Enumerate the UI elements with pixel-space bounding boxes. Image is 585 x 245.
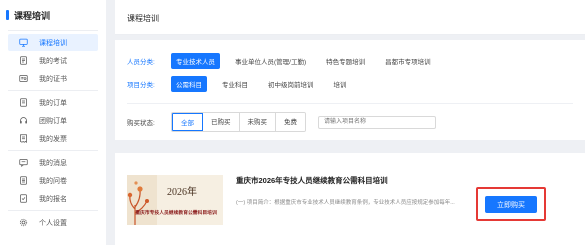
document-icon [16, 56, 30, 65]
sidebar-item[interactable]: 我的消息 [8, 154, 98, 171]
purchase-status-option[interactable]: 已购买 [203, 113, 240, 131]
sidebar-item-label: 我的问卷 [39, 177, 67, 185]
course-title[interactable]: 重庆市2026年专技人员继续教育公需科目培训 [236, 175, 388, 186]
page-header: 课程培训 [115, 0, 585, 35]
page-title: 课程培训 [127, 14, 159, 23]
personnel-filter-label: 人员分类: [127, 59, 155, 66]
sidebar-title-text: 课程培训 [14, 10, 51, 21]
thumbnail-subtitle: 重庆市专技人员继续教育公需科目培训 [135, 211, 217, 216]
course-thumbnail[interactable]: 2026年 重庆市专技人员继续教育公需科目培训 [127, 175, 223, 225]
project-filter-option[interactable]: 初中级岗前培训 [263, 76, 319, 92]
sidebar-group: 课程培训我的考试我的证书 [0, 31, 106, 90]
buy-now-button[interactable]: 立即购买 [485, 196, 537, 213]
personnel-filter-option[interactable]: 昌都市专项培训 [380, 53, 436, 69]
invoice-icon [16, 134, 30, 143]
message-icon [16, 158, 30, 167]
sidebar-menu: 课程培训我的考试我的证书我的订单团购订单我的发票我的消息我的问卷我的报名个人设置 [0, 31, 106, 234]
course-description: (一) 项目简介：根据重庆市专业技术人员继续教育条例，专业技术人员应按规定参加每… [236, 200, 455, 206]
filter-panel: 人员分类: 专业技术人员 事业单位人员(管理/工勤) 特色专题培训 昌都市专项培训 项… [115, 40, 585, 140]
monitor-icon [16, 38, 30, 47]
project-filter-option[interactable]: 专业科目 [217, 76, 253, 92]
sidebar-item-label: 课程培训 [39, 39, 67, 47]
title-accent-bar [6, 10, 9, 20]
thumbnail-year: 2026年 [167, 187, 197, 198]
purchase-status-option[interactable]: 未购买 [239, 113, 276, 131]
sidebar-item-label: 我的报名 [39, 195, 67, 203]
gear-icon [16, 218, 30, 227]
sidebar-item[interactable]: 我的发票 [8, 130, 98, 147]
sidebar-item-label: 我的考试 [39, 57, 67, 65]
sidebar-group: 我的订单团购订单我的发票 [0, 91, 106, 150]
personnel-filter-option[interactable]: 专业技术人员 [171, 53, 220, 69]
plant-illustration [127, 175, 157, 225]
sidebar-item[interactable]: 个人设置 [8, 214, 98, 231]
course-card: 2026年 重庆市专技人员继续教育公需科目培训 重庆市2026年专技人员继续教育… [115, 153, 585, 245]
sidebar-item[interactable]: 我的证书 [8, 70, 98, 87]
purchase-status-option[interactable]: 全部 [172, 113, 203, 131]
sidebar: 课程培训 课程培训我的考试我的证书我的订单团购订单我的发票我的消息我的问卷我的报… [0, 0, 106, 245]
sidebar-item-label: 团购订单 [39, 117, 67, 125]
headset-icon [16, 116, 30, 125]
project-filter-label: 项目分类: [127, 82, 155, 89]
survey-icon [16, 176, 30, 185]
sidebar-item-label: 个人设置 [39, 219, 67, 227]
sidebar-item[interactable]: 我的问卷 [8, 172, 98, 189]
sidebar-item-label: 我的发票 [39, 135, 67, 143]
personnel-filter-option[interactable]: 事业单位人员(管理/工勤) [230, 53, 311, 69]
sidebar-item[interactable]: 我的考试 [8, 52, 98, 69]
sidebar-item[interactable]: 团购订单 [8, 112, 98, 129]
personnel-filter-row: 人员分类: 专业技术人员 事业单位人员(管理/工勤) 特色专题培训 昌都市专项培训 [127, 53, 446, 69]
buy-highlight-box: 立即购买 [476, 187, 546, 221]
main-content: 课程培训 人员分类: 专业技术人员 事业单位人员(管理/工勤) 特色专题培训 昌都市专… [115, 0, 585, 245]
enroll-icon [16, 194, 30, 203]
purchase-status-option[interactable]: 免费 [276, 113, 305, 131]
project-filter-option[interactable]: 公需科目 [171, 76, 207, 92]
personnel-filter-option[interactable]: 特色专题培训 [321, 53, 370, 69]
sidebar-item[interactable]: 我的报名 [8, 190, 98, 207]
purchase-filter-row: 购买状态: 全部 已购买 未购买 免费 [127, 112, 436, 132]
sidebar-item-label: 我的消息 [39, 159, 67, 167]
purchase-filter-label: 购买状态: [127, 120, 155, 127]
sidebar-item[interactable]: 课程培训 [8, 34, 98, 51]
sidebar-group: 个人设置 [0, 211, 106, 234]
sidebar-item-label: 我的订单 [39, 99, 67, 107]
purchase-status-segmented: 全部 已购买 未购买 免费 [171, 112, 306, 132]
sidebar-item[interactable]: 我的订单 [8, 94, 98, 111]
certificate-icon [16, 74, 30, 83]
project-filter-row: 项目分类: 公需科目 专业科目 初中级岗前培训 培训 [127, 76, 362, 92]
sidebar-item-label: 我的证书 [39, 75, 67, 83]
project-filter-option[interactable]: 培训 [329, 76, 352, 92]
order-icon [16, 98, 30, 107]
divider [127, 103, 573, 104]
sidebar-group: 我的消息我的问卷我的报名 [0, 151, 106, 210]
sidebar-title: 课程培训 [0, 0, 106, 30]
search-input[interactable] [318, 115, 436, 129]
